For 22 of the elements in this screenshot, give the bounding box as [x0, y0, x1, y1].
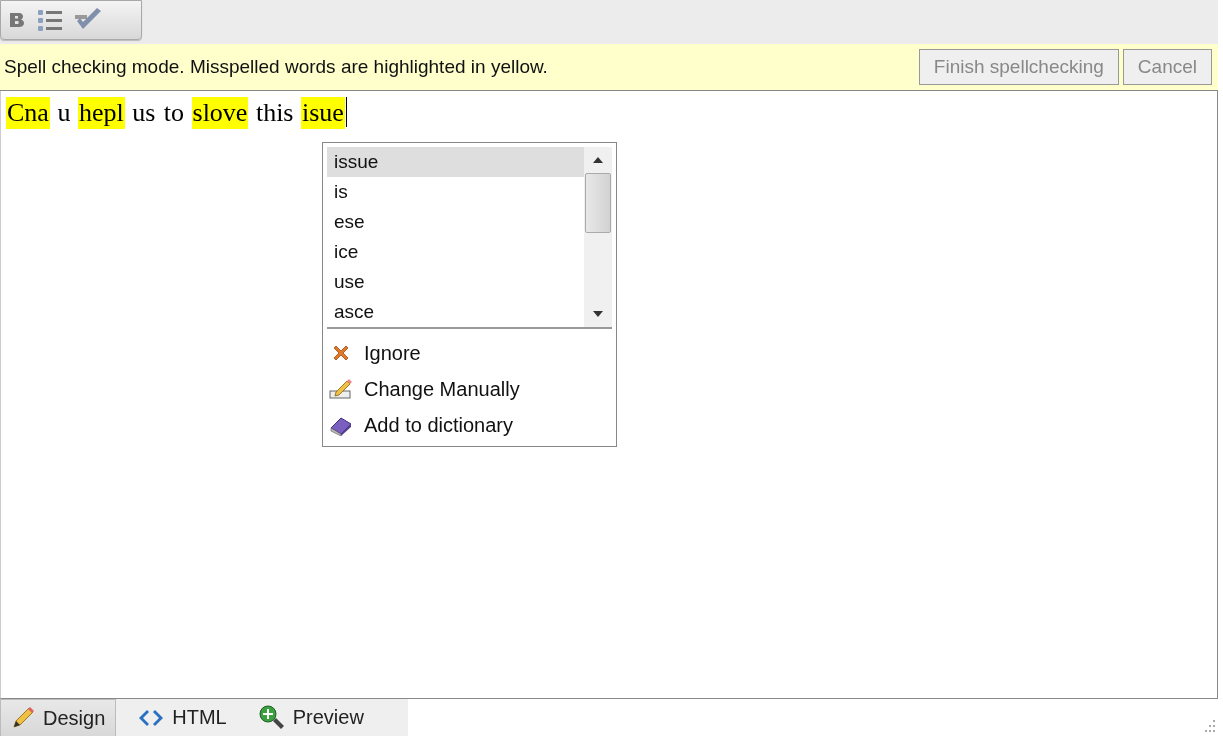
- suggestion-item[interactable]: ice: [327, 237, 584, 267]
- suggestion-item[interactable]: issue: [327, 147, 584, 177]
- menu-item[interactable]: Add to dictionary: [327, 407, 612, 443]
- menu-item[interactable]: Change Manually: [327, 371, 612, 407]
- suggestion-item[interactable]: asce: [327, 297, 584, 327]
- view-tab[interactable]: Design: [0, 699, 117, 736]
- misspelled-word: isue: [301, 97, 345, 129]
- menu-item[interactable]: Ignore: [327, 335, 612, 371]
- misspelled-word: hepl: [77, 97, 125, 129]
- suggestion-item[interactable]: is: [327, 177, 584, 207]
- editor-area[interactable]: Cna u hepl us to slove this isue issue is ese ice use asce Ignore Change Manually Add to dictionary: [0, 91, 1218, 699]
- editor-word: us: [131, 97, 157, 129]
- misspelled-word: Cna: [6, 97, 50, 129]
- misspelled-word: slove: [191, 97, 249, 129]
- editor-word: to: [162, 97, 185, 129]
- editor-word: u: [56, 97, 72, 129]
- suggestion-item[interactable]: use: [327, 267, 584, 297]
- editor-word: this: [254, 97, 295, 129]
- view-tab[interactable]: Preview: [248, 699, 374, 736]
- suggestion-item[interactable]: ese: [327, 207, 584, 237]
- spell-check-message: Spell checking mode. Misspelled words are highlighted in yellow.: [4, 56, 548, 78]
- view-tab[interactable]: HTML: [128, 699, 237, 736]
